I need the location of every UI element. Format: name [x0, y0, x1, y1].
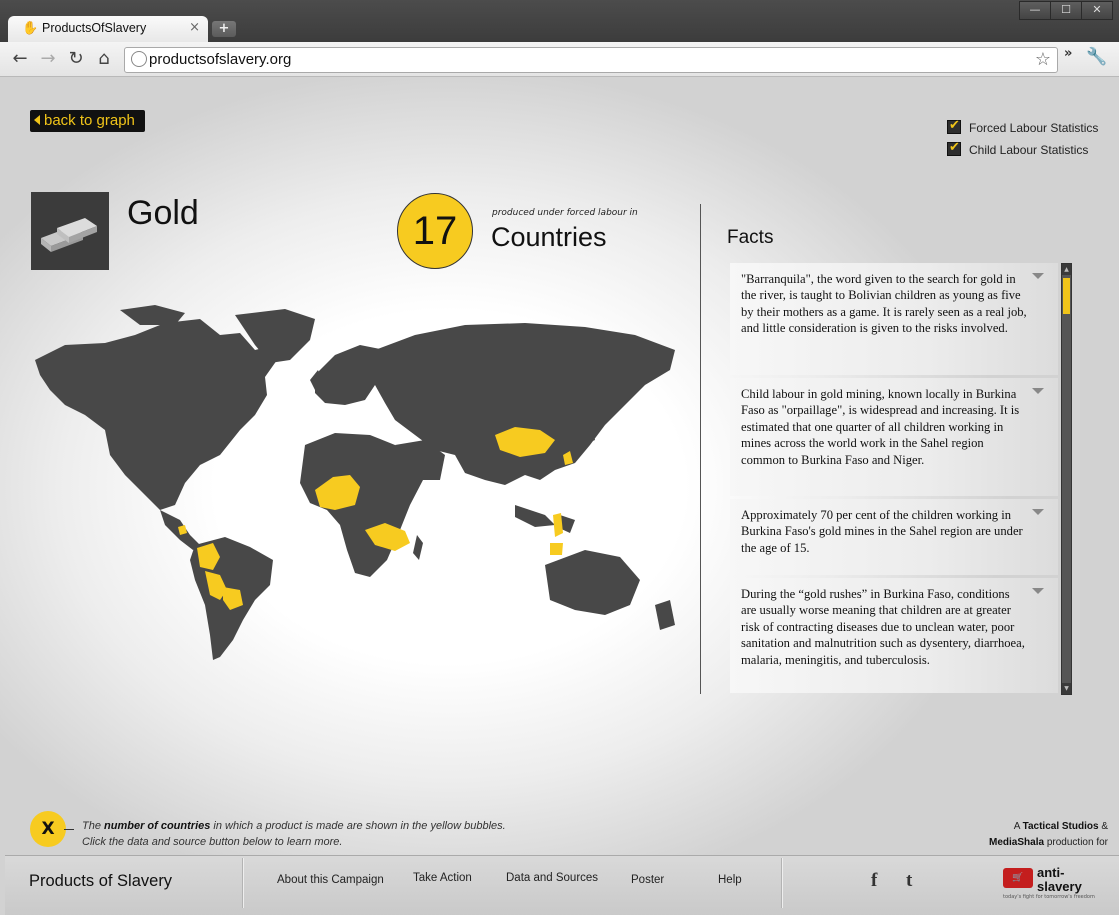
- fact-text: Approximately 70 per cent of the childre…: [741, 508, 1023, 555]
- scroll-up-icon[interactable]: ▲: [1062, 264, 1071, 275]
- logo-tagline: today's fight for tomorrow's freedom: [1003, 894, 1095, 900]
- scroll-down-icon[interactable]: ▼: [1062, 683, 1071, 694]
- country-count-bubble: 17: [397, 193, 473, 269]
- legend-line2: Click the data and source button below t…: [82, 836, 343, 848]
- credit-a: A: [1013, 821, 1023, 832]
- nav-about-campaign[interactable]: About this Campaign: [277, 874, 384, 886]
- footer-divider: [781, 858, 783, 908]
- credit-studio1: Tactical Studios: [1022, 821, 1099, 832]
- chevron-down-icon[interactable]: [1032, 588, 1044, 594]
- browser-tab[interactable]: ✋ ProductsOfSlavery ×: [8, 16, 208, 42]
- bubble-unit: Countries: [491, 222, 607, 252]
- legend-bold: number of countries: [104, 820, 211, 832]
- triangle-left-icon: [34, 115, 40, 125]
- production-credit: A Tactical Studios & MediaShala producti…: [930, 819, 1108, 851]
- nav-poster[interactable]: Poster: [631, 874, 664, 886]
- checkbox-icon[interactable]: [947, 117, 961, 134]
- gold-bars-icon: [31, 192, 109, 270]
- back-arrow-icon[interactable]: ←: [8, 48, 32, 70]
- url-text[interactable]: productsofslavery.org: [149, 51, 291, 68]
- close-window-button[interactable]: ✕: [1081, 1, 1113, 20]
- reload-icon[interactable]: ↻: [64, 48, 88, 70]
- chevron-overflow-icon[interactable]: »: [1064, 46, 1072, 61]
- child-labour-label: Child Labour Statistics: [969, 143, 1089, 157]
- home-icon[interactable]: ⌂: [92, 48, 116, 70]
- window-controls: — ☐ ✕: [1019, 1, 1113, 20]
- logo-word-1: anti-: [1037, 865, 1065, 880]
- credit-studio2: MediaShala: [989, 837, 1045, 848]
- tab-title: ProductsOfSlavery: [42, 21, 147, 35]
- browser-toolbar: ← → ↻ ⌂ productsofslavery.org ☆: [0, 42, 1119, 77]
- logo-word: anti-slavery: [1037, 866, 1082, 894]
- nav-data-sources[interactable]: Data and Sources: [506, 872, 598, 884]
- page-content: back to graph Forced Labour Statistics C…: [0, 77, 1119, 915]
- twitter-icon[interactable]: t: [906, 870, 912, 892]
- facts-list[interactable]: "Barranquila", the word given to the sea…: [730, 263, 1060, 693]
- fact-item[interactable]: Child labour in gold mining, known local…: [730, 378, 1058, 496]
- hand-favicon-icon: ✋: [22, 21, 39, 36]
- vertical-divider: [700, 204, 701, 694]
- forced-labour-label: Forced Labour Statistics: [969, 121, 1099, 135]
- legend-connector: [64, 829, 74, 830]
- facts-scrollbar[interactable]: ▲ ▼: [1061, 263, 1072, 695]
- forced-labour-checkbox[interactable]: Forced Labour Statistics: [947, 117, 1099, 135]
- fact-text: During the “gold rushes” in Burkina Faso…: [741, 587, 1025, 667]
- fact-item[interactable]: Approximately 70 per cent of the childre…: [730, 499, 1058, 575]
- world-map: [15, 305, 685, 665]
- credit-amp: &: [1098, 821, 1108, 832]
- fact-item[interactable]: During the “gold rushes” in Burkina Faso…: [730, 578, 1058, 693]
- new-tab-button[interactable]: +: [212, 21, 236, 37]
- scrollbar-thumb[interactable]: [1063, 278, 1070, 314]
- cart-logo-icon: 🛒: [1003, 868, 1033, 888]
- chevron-down-icon[interactable]: [1032, 509, 1044, 515]
- globe-icon: [131, 51, 147, 67]
- back-label: back to graph: [44, 112, 135, 129]
- credit-tail: production for: [1044, 837, 1108, 848]
- browser-titlebar: ✋ ProductsOfSlavery × + — ☐ ✕: [0, 0, 1119, 42]
- legend-prefix: The: [82, 820, 105, 832]
- footer-divider: [242, 858, 244, 908]
- product-title: Gold: [127, 194, 199, 232]
- facts-heading: Facts: [727, 227, 774, 248]
- back-to-graph-button[interactable]: back to graph: [30, 110, 145, 132]
- nav-help[interactable]: Help: [718, 874, 742, 886]
- fact-text: "Barranquila", the word given to the sea…: [741, 272, 1027, 336]
- chevron-down-icon[interactable]: [1032, 273, 1044, 279]
- nav-take-action[interactable]: Take Action: [413, 872, 472, 884]
- legend-bubble: X: [30, 811, 66, 847]
- bubble-subtitle: produced under forced labour in: [492, 208, 638, 218]
- site-footer: Products of Slavery About this Campaign …: [5, 855, 1119, 915]
- footer-brand[interactable]: Products of Slavery: [29, 872, 172, 891]
- maximize-button[interactable]: ☐: [1050, 1, 1082, 20]
- checkbox-icon[interactable]: [947, 139, 961, 156]
- bookmark-star-icon[interactable]: ☆: [1035, 49, 1051, 70]
- child-labour-checkbox[interactable]: Child Labour Statistics: [947, 139, 1089, 157]
- chevron-down-icon[interactable]: [1032, 388, 1044, 394]
- fact-item[interactable]: "Barranquila", the word given to the sea…: [730, 263, 1058, 375]
- anti-slavery-logo[interactable]: 🛒 anti-slavery today's fight for tomorro…: [1003, 866, 1095, 900]
- facebook-icon[interactable]: f: [871, 870, 877, 892]
- wrench-menu-icon[interactable]: 🔧: [1086, 47, 1107, 67]
- minimize-button[interactable]: —: [1019, 1, 1051, 20]
- fact-text: Child labour in gold mining, known local…: [741, 387, 1020, 467]
- close-tab-icon[interactable]: ×: [189, 20, 200, 35]
- legend-note: The number of countries in which a produ…: [82, 818, 506, 850]
- forward-arrow-icon[interactable]: →: [36, 48, 60, 70]
- logo-word-2: slavery: [1037, 879, 1082, 894]
- address-bar[interactable]: productsofslavery.org ☆: [124, 47, 1058, 73]
- legend-suffix: in which a product is made are shown in …: [210, 820, 506, 832]
